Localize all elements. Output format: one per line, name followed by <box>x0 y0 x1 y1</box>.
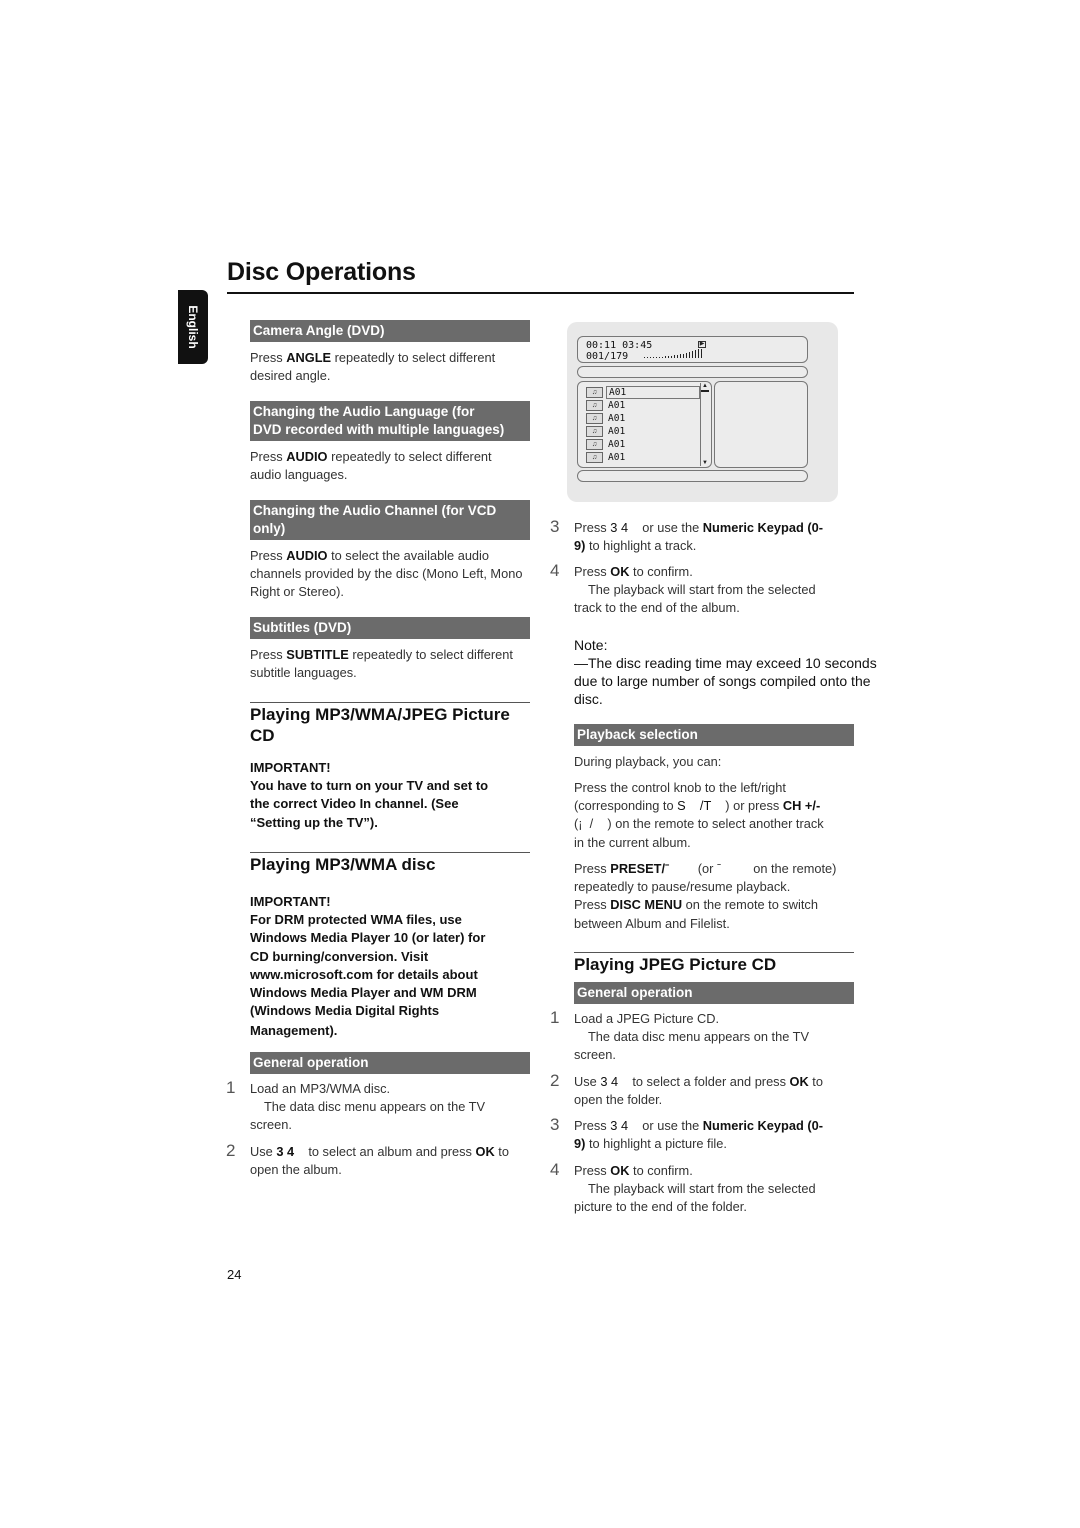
page-title: Disc Operations <box>227 258 416 286</box>
important-note-drm: IMPORTANT! For DRM protected WMA files, … <box>250 894 486 1039</box>
playback-status-panel: 00:11 03:45 001/179 ▶ <box>577 336 808 363</box>
subtitles-text: Press SUBTITLE repeatedly to select diff… <box>250 647 513 681</box>
mp3-file-icon: ♫ <box>586 425 603 437</box>
step-text: Press OK to confirm. The playback will s… <box>574 564 816 616</box>
step-text: Press 3 4 or use the Numeric Keypad (0- … <box>574 520 823 554</box>
playback-pause-text: Press PRESET/ˉ (or ˉ on the remote) repe… <box>574 861 837 931</box>
scroll-up-icon[interactable]: ▲ <box>701 383 709 389</box>
signal-level-icon <box>644 349 702 358</box>
heading-mp3-wma-disc: Playing MP3/WMA disc <box>250 855 436 874</box>
audio-language-text: Press AUDIO repeatedly to select differe… <box>250 449 492 483</box>
track-list-panel: ♫ A01 ♫ A01 ♫ A01 ♫ A01 ♫ A01 ♫ A01 ▲ ▼ <box>577 381 712 468</box>
step-number: 2 <box>226 1141 236 1160</box>
track-counter: 001/179 <box>586 351 629 362</box>
mp3-file-icon: ♫ <box>586 438 603 450</box>
heading-mp3-wma-jpeg: Playing MP3/WMA/JPEG Picture CD <box>250 705 510 745</box>
preview-panel <box>714 381 808 468</box>
track-item[interactable]: ♫ A01 <box>586 399 625 411</box>
mp3-file-icon: ♫ <box>586 386 603 398</box>
section-header-subtitles: Subtitles (DVD) <box>250 617 530 639</box>
track-item[interactable]: ♫ A01 <box>586 425 625 437</box>
step-number: 1 <box>226 1078 236 1097</box>
section-header-audio-channel: Changing the Audio Channel (for VCD only) <box>250 500 530 540</box>
camera-angle-text: Press ANGLE repeatedly to select differe… <box>250 350 496 384</box>
playback-intro: During playback, you can: <box>574 754 722 769</box>
step-number: 3 <box>550 1115 560 1134</box>
time-readout: 00:11 03:45 <box>586 340 653 351</box>
page-number: 24 <box>227 1267 242 1282</box>
play-icon: ▶ <box>698 341 706 348</box>
step-text: Press OK to confirm. The playback will s… <box>574 1163 816 1215</box>
track-item[interactable]: ♫ A01 <box>586 451 625 463</box>
step-number: 1 <box>550 1008 560 1027</box>
section-header-audio-language: Changing the Audio Language (for DVD reco… <box>250 401 530 441</box>
section-header-playback-selection: Playback selection <box>574 724 854 746</box>
data-disc-menu-screen: 00:11 03:45 001/179 ▶ ♫ A01 ♫ A01 ♫ A01 ♫ A0… <box>567 322 838 502</box>
divider <box>250 702 530 703</box>
step-text: Load an MP3/WMA disc. The data disc menu… <box>250 1081 485 1133</box>
section-header-general-operation: General operation <box>250 1052 530 1074</box>
note: Note: —The disc reading time may exceed … <box>574 637 877 707</box>
playback-knob-text: Press the control knob to the left/right… <box>574 780 824 850</box>
track-item[interactable]: ♫ A01 <box>586 385 700 399</box>
heading-jpeg-picture-cd: Playing JPEG Picture CD <box>574 955 777 974</box>
step-text: Use 3 4 to select a folder and press OK … <box>574 1074 823 1108</box>
track-item[interactable]: ♫ A01 <box>586 438 625 450</box>
track-list-scrollbar[interactable]: ▲ ▼ <box>700 383 709 466</box>
step-number: 3 <box>550 517 560 536</box>
mp3-file-icon: ♫ <box>586 451 603 463</box>
step-text: Press 3 4 or use the Numeric Keypad (0- … <box>574 1118 823 1152</box>
step-text: Use 3 4 to select an album and press OK … <box>250 1144 509 1178</box>
mp3-file-icon: ♫ <box>586 399 603 411</box>
track-item[interactable]: ♫ A01 <box>586 412 625 424</box>
audio-channel-text: Press AUDIO to select the available audi… <box>250 548 523 600</box>
divider <box>574 952 854 953</box>
step-number: 2 <box>550 1071 560 1090</box>
scroll-thumb[interactable] <box>701 390 709 392</box>
mp3-file-icon: ♫ <box>586 412 603 424</box>
divider <box>250 852 530 853</box>
title-divider <box>227 292 854 294</box>
step-number: 4 <box>550 561 560 580</box>
info-bar <box>577 366 808 378</box>
scroll-down-icon[interactable]: ▼ <box>701 460 709 466</box>
step-number: 4 <box>550 1160 560 1179</box>
section-header-camera-angle: Camera Angle (DVD) <box>250 320 530 342</box>
important-note-tv: IMPORTANT! You have to turn on your TV a… <box>250 760 489 830</box>
language-tab: English <box>178 290 208 364</box>
bottom-bar <box>577 470 808 482</box>
step-text: Load a JPEG Picture CD. The data disc me… <box>574 1011 809 1063</box>
section-header-general-operation: General operation <box>574 982 854 1004</box>
language-tab-label: English <box>186 305 200 349</box>
